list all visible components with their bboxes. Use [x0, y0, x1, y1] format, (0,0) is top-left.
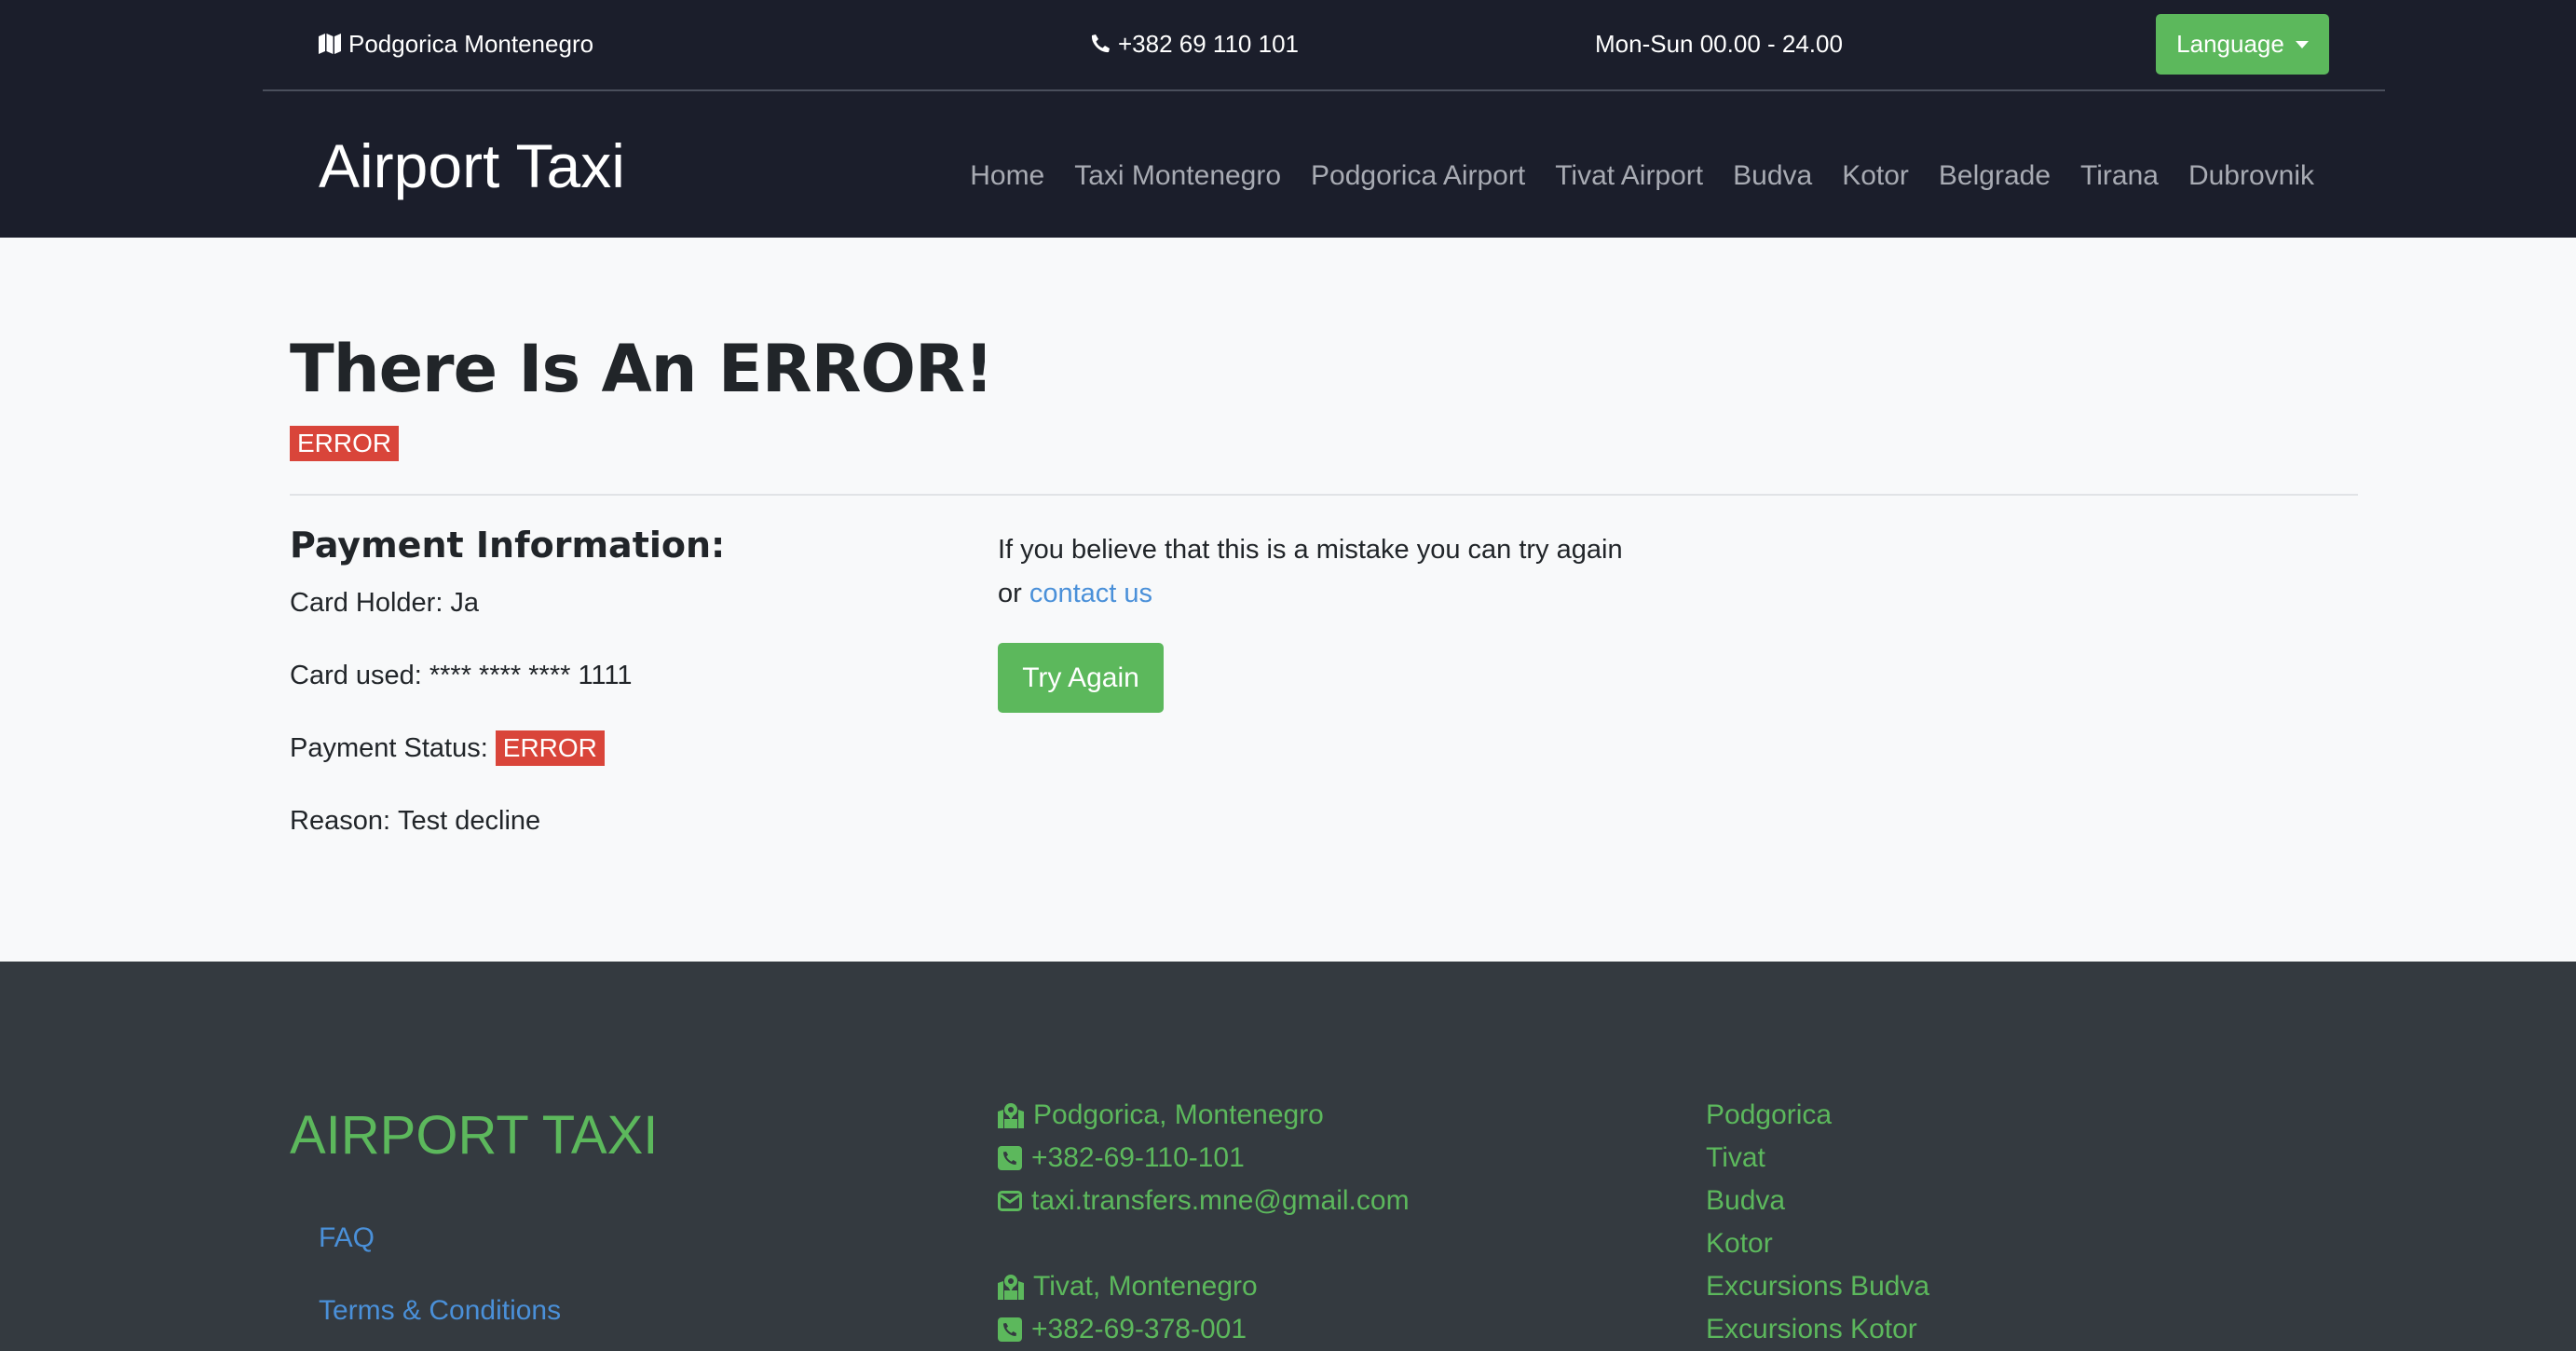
footer-podgorica-address: Podgorica, Montenegro	[998, 1098, 1324, 1133]
location-info: Podgorica Montenegro	[319, 29, 593, 59]
nav-item-home[interactable]: Home	[970, 158, 1044, 194]
site-header: Podgorica Montenegro +382 69 110 101 Mon…	[0, 0, 2576, 238]
page-title: There Is An ERROR!	[290, 331, 994, 407]
footer-brand: AIRPORT TAXI	[290, 1105, 659, 1166]
phone-square-icon	[998, 1317, 1022, 1342]
nav-item-belgrade[interactable]: Belgrade	[1939, 158, 2051, 194]
footer-tivat-address-text: Tivat, Montenegro	[1033, 1271, 1258, 1302]
hours-text: Mon-Sun 00.00 - 24.00	[1595, 30, 1843, 58]
divider	[290, 494, 2358, 496]
brand-logo[interactable]: Airport Taxi	[319, 130, 625, 201]
map-icon	[319, 34, 341, 54]
reason-row: Reason: Test decline	[290, 804, 540, 838]
payment-status-badge: ERROR	[495, 730, 605, 766]
status-badge: ERROR	[290, 426, 400, 461]
footer-podgorica-phone-text[interactable]: +382-69-110-101	[1031, 1140, 1245, 1176]
footer-email: taxi.transfers.mne@gmail.com	[998, 1183, 1410, 1219]
payment-status-row: Payment Status: ERROR	[290, 730, 605, 766]
nav-item-taxi-montenegro[interactable]: Taxi Montenegro	[1074, 158, 1281, 194]
footer-podgorica-phone: +382-69-110-101	[998, 1140, 1245, 1176]
language-dropdown-button[interactable]: Language	[2156, 14, 2329, 75]
nav-item-podgorica-airport[interactable]: Podgorica Airport	[1311, 158, 1525, 194]
card-holder-value: Ja	[450, 588, 480, 618]
hours-info: Mon-Sun 00.00 - 24.00	[1595, 29, 1843, 59]
footer-city-budva[interactable]: Budva	[1706, 1183, 1785, 1219]
nav-item-dubrovnik[interactable]: Dubrovnik	[2188, 158, 2314, 194]
footer-city-podgorica[interactable]: Podgorica	[1706, 1098, 1832, 1133]
card-holder-row: Card Holder: Ja	[290, 586, 479, 620]
card-holder-label: Card Holder:	[290, 588, 443, 618]
nav-item-budva[interactable]: Budva	[1733, 158, 1812, 194]
phone-icon	[1090, 34, 1111, 54]
main-navbar: Airport Taxi Home Taxi Montenegro Podgor…	[263, 93, 2385, 238]
footer-city-tivat[interactable]: Tivat	[1706, 1140, 1765, 1176]
contact-us-link[interactable]: contact us	[1029, 579, 1152, 608]
footer-city-kotor[interactable]: Kotor	[1706, 1226, 1773, 1262]
footer-link-terms[interactable]: Terms & Conditions	[319, 1293, 561, 1329]
phone-text[interactable]: +382 69 110 101	[1118, 29, 1299, 59]
payment-info-heading: Payment Information:	[290, 525, 726, 566]
footer-tivat-phone: +382-69-378-001	[998, 1312, 1247, 1347]
try-again-button[interactable]: Try Again	[998, 643, 1164, 713]
nav-item-tirana[interactable]: Tirana	[2080, 158, 2159, 194]
caret-down-icon	[2295, 40, 2309, 48]
retry-message-prefix: or	[998, 579, 1022, 608]
card-used-label: Card used:	[290, 661, 422, 690]
nav-item-tivat-airport[interactable]: Tivat Airport	[1555, 158, 1703, 194]
footer-excursions-kotor[interactable]: Excursions Kotor	[1706, 1312, 1917, 1347]
map-marker-icon	[998, 1274, 1024, 1300]
footer-email-text[interactable]: taxi.transfers.mne@gmail.com	[1031, 1183, 1410, 1219]
footer-excursions-budva[interactable]: Excursions Budva	[1706, 1269, 1929, 1304]
retry-message: If you believe that this is a mistake yo…	[998, 528, 1706, 616]
footer-podgorica-address-text: Podgorica, Montenegro	[1033, 1099, 1324, 1130]
nav-item-kotor[interactable]: Kotor	[1842, 158, 1909, 194]
location-text: Podgorica Montenegro	[348, 30, 594, 58]
card-used-value: **** **** **** 1111	[429, 661, 633, 690]
footer-tivat-phone-text[interactable]: +382-69-378-001	[1031, 1312, 1247, 1347]
map-marker-icon	[998, 1102, 1024, 1128]
card-used-row: Card used: **** **** **** 1111	[290, 659, 633, 692]
footer-link-faq[interactable]: FAQ	[319, 1221, 375, 1256]
reason-label: Reason:	[290, 806, 391, 836]
footer-tivat-address: Tivat, Montenegro	[998, 1269, 1258, 1304]
main-content: There Is An ERROR! ERROR Payment Informa…	[0, 238, 2576, 962]
language-label: Language	[2176, 30, 2284, 58]
nav-menu: Home Taxi Montenegro Podgorica Airport T…	[970, 158, 2314, 194]
phone-info: +382 69 110 101	[1090, 29, 1299, 59]
retry-message-line1: If you believe that this is a mistake yo…	[998, 535, 1623, 565]
retry-message-line2: or contact us	[998, 572, 1706, 616]
envelope-icon	[998, 1191, 1022, 1211]
payment-status-label: Payment Status:	[290, 733, 488, 763]
reason-value: Test decline	[398, 806, 541, 836]
site-footer: AIRPORT TAXI FAQ Terms & Conditions Podg…	[0, 962, 2576, 1351]
top-bar: Podgorica Montenegro +382 69 110 101 Mon…	[263, 0, 2385, 91]
phone-square-icon	[998, 1146, 1022, 1170]
